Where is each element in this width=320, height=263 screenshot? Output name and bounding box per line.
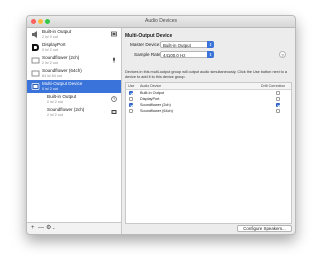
audio-interface-icon — [31, 57, 40, 64]
column-audio-device[interactable]: Audio Device — [140, 83, 161, 89]
gear-icon[interactable]: ⚙ — [46, 224, 51, 232]
device-title: Multi-Output Device — [125, 33, 173, 39]
drift-correction-checkbox[interactable] — [276, 91, 280, 95]
group-description: Devices in this multi-output group will … — [125, 70, 288, 79]
drift-correction-checkbox[interactable] — [276, 103, 280, 107]
use-checkbox[interactable] — [129, 109, 133, 113]
device-channels: 0 in/ 2 out — [42, 87, 58, 91]
column-drift-correction[interactable]: Drift Correction — [261, 83, 285, 89]
audio-interface-icon — [31, 70, 40, 77]
clock-icon — [111, 96, 117, 102]
device-name: DisplayPort — [42, 42, 66, 47]
remove-device-button[interactable]: — — [38, 224, 44, 232]
sample-rate-popup[interactable]: 44100.0 Hz ⇕ — [160, 51, 214, 58]
audio-devices-window: Audio Devices Built-in Output 2 in/ 0 ou… — [26, 15, 296, 235]
chevron-down-icon[interactable]: ⌄ — [52, 224, 55, 232]
table-row: Soundflower (64ch) — [126, 108, 291, 114]
drift-correction-checkbox[interactable] — [276, 97, 280, 101]
device-channels: 2 in/ 2 out — [47, 113, 63, 117]
title-bar: Audio Devices — [27, 16, 295, 28]
help-button[interactable]: ? — [279, 51, 286, 58]
chevron-updown-icon: ⇕ — [207, 51, 214, 58]
device-item-built-in-output[interactable]: Built-in Output 2 in/ 0 out — [27, 28, 121, 41]
use-checkbox[interactable] — [129, 103, 133, 107]
device-item-soundflower-64ch[interactable]: Soundflower (64ch) 64 in/ 64 out — [27, 67, 121, 80]
use-checkbox[interactable] — [129, 97, 133, 101]
master-device-label: Master Device: — [130, 42, 161, 47]
device-item-displayport[interactable]: DisplayPort 0 in/ 2 out — [27, 41, 121, 54]
table-header: Use Audio Device Drift Correction — [126, 83, 291, 90]
multi-output-icon — [31, 83, 40, 90]
sample-rate-value: 44100.0 Hz — [163, 53, 186, 58]
device-name: Built-in Output — [47, 94, 77, 99]
speaker-icon — [32, 31, 37, 38]
microphone-icon — [113, 57, 115, 63]
device-item-multi-output-device[interactable]: Multi-Output Device 0 in/ 2 out — [27, 80, 121, 93]
master-device-value: Built-in Output — [163, 43, 191, 48]
sub-device-built-in-output[interactable]: Built-in Output 0 in/ 2 out — [27, 93, 121, 106]
device-channels: 0 in/ 2 out — [42, 48, 58, 52]
device-cell: Soundflower (64ch) — [140, 109, 173, 113]
device-group-table: Use Audio Device Drift Correction Built-… — [125, 82, 292, 224]
chevron-updown-icon: ⇕ — [207, 41, 214, 48]
device-item-soundflower-2ch[interactable]: Soundflower (2ch) 2 in/ 2 out — [27, 54, 121, 67]
sidebar-toolbar: + — ⚙ ⌄ — [27, 222, 122, 234]
device-channels: 0 in/ 2 out — [47, 100, 63, 104]
drift-correction-checkbox[interactable] — [276, 109, 280, 113]
configure-speakers-button[interactable]: Configure Speakers... — [237, 225, 292, 232]
displayport-icon — [32, 44, 39, 51]
device-list: Built-in Output 2 in/ 0 out DisplayPort … — [27, 28, 122, 222]
device-channels: 2 in/ 0 out — [42, 35, 58, 39]
device-channels: 2 in/ 2 out — [42, 61, 58, 65]
column-use[interactable]: Use — [128, 83, 134, 89]
device-name: Multi-Output Device — [42, 81, 83, 86]
window-title: Audio Devices — [145, 18, 177, 24]
device-name: Soundflower (64ch) — [42, 68, 82, 73]
output-icon — [111, 31, 117, 37]
use-checkbox[interactable] — [129, 91, 133, 95]
sample-rate-label: Sample Rate: — [134, 52, 162, 57]
device-name: Soundflower (2ch) — [42, 55, 80, 60]
sub-device-soundflower-2ch[interactable]: Soundflower (2ch) 2 in/ 2 out — [27, 106, 121, 119]
add-device-button[interactable]: + — [31, 224, 35, 232]
device-name: Built-in Output — [42, 29, 72, 34]
device-channels: 64 in/ 64 out — [42, 74, 62, 78]
master-device-popup[interactable]: Built-in Output ⇕ — [160, 41, 214, 48]
output-icon — [111, 110, 117, 114]
device-detail-panel: Multi-Output Device Master Device: Built… — [122, 28, 295, 233]
device-name: Soundflower (2ch) — [47, 107, 85, 112]
